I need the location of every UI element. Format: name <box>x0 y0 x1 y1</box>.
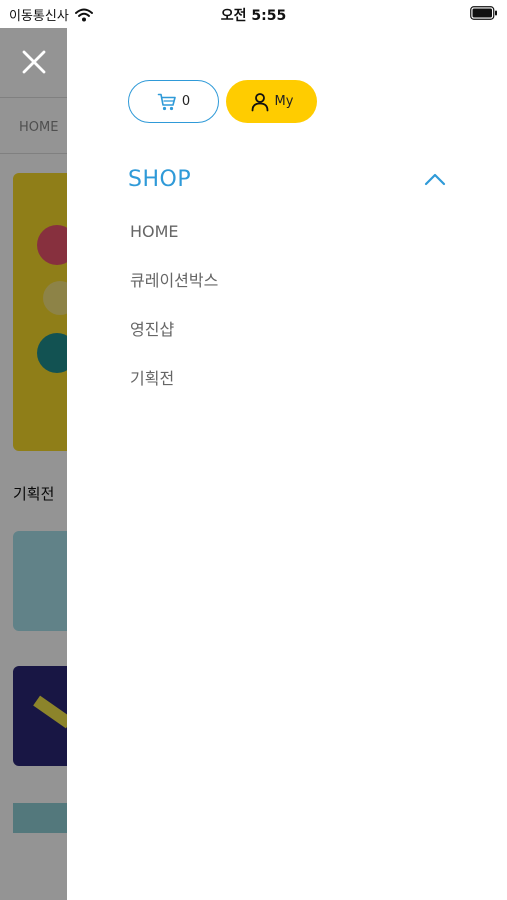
cart-icon <box>157 93 176 110</box>
close-icon[interactable] <box>20 48 48 76</box>
shop-section-header[interactable]: SHOP <box>128 162 446 196</box>
chevron-up-icon[interactable] <box>424 172 446 186</box>
menu-item-home[interactable]: HOME <box>130 220 218 269</box>
menu-item-exhibition[interactable]: 기획전 <box>130 367 218 416</box>
my-label: My <box>274 94 294 109</box>
my-button[interactable]: My <box>226 80 317 123</box>
status-bar: 이동통신사 오전 5:55 <box>0 0 507 28</box>
menu-item-youngjin-shop[interactable]: 영진샵 <box>130 318 218 367</box>
shop-title: SHOP <box>128 166 192 192</box>
cart-button[interactable]: 0 <box>128 80 219 123</box>
shop-menu-list: HOME 큐레이션박스 영진샵 기획전 <box>130 220 218 416</box>
cart-count: 0 <box>181 94 191 109</box>
battery-icon <box>470 6 497 20</box>
menu-item-curation-box[interactable]: 큐레이션박스 <box>130 269 218 318</box>
user-icon <box>251 92 268 111</box>
side-drawer: 0 My SHOP HOME 큐레이션박스 영진샵 기획전 <box>67 28 507 900</box>
status-time: 오전 5:55 <box>220 8 287 24</box>
drawer-button-row: 0 My <box>128 80 317 123</box>
